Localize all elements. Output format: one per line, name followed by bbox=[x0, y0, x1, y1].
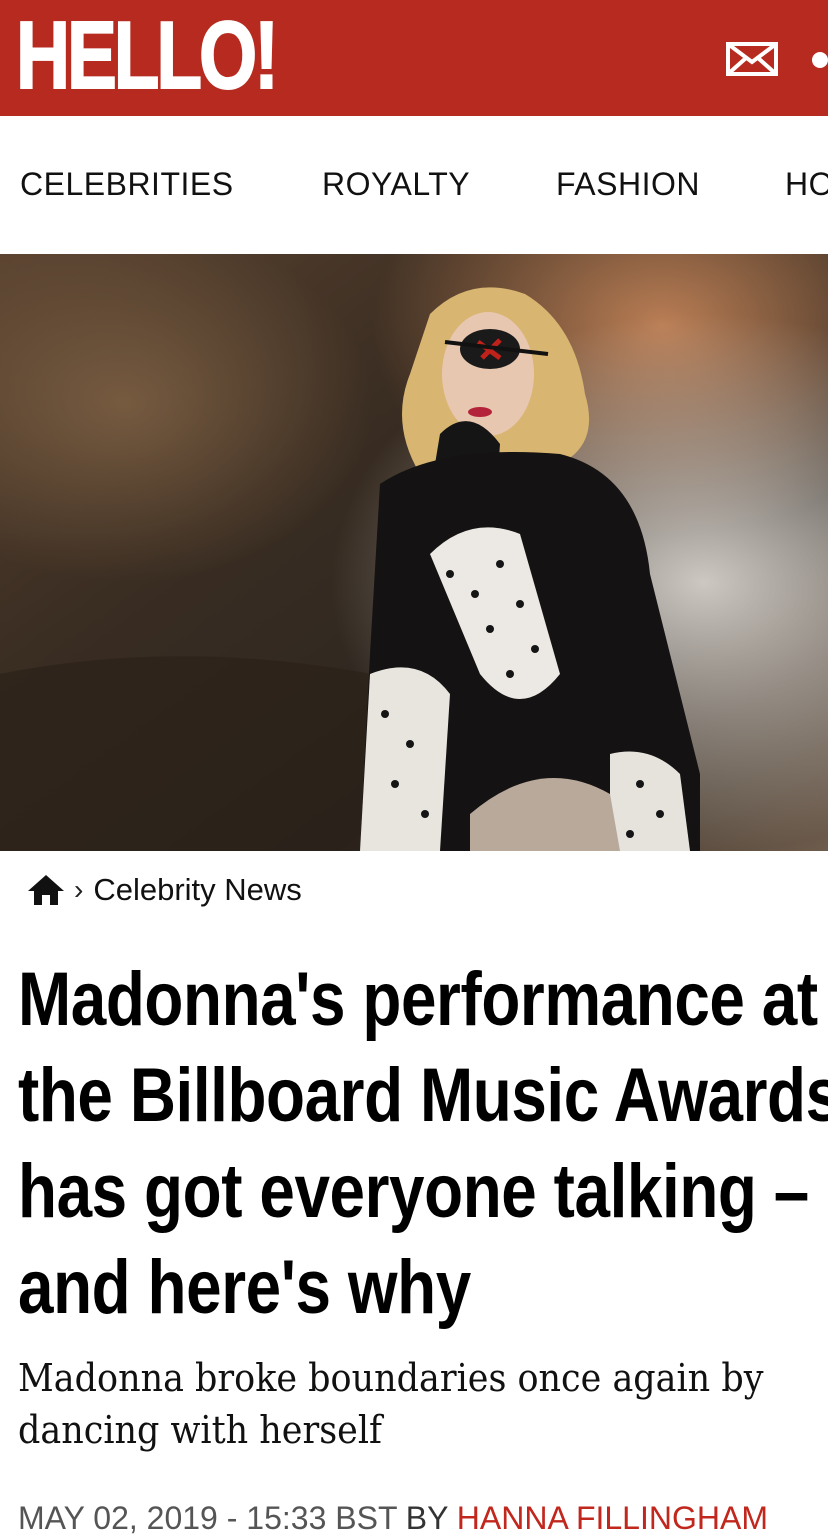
breadcrumb-separator: › bbox=[74, 874, 84, 905]
publish-date: MAY 02, 2019 - 15:33 BST bbox=[18, 1500, 397, 1536]
headline-container: Madonna's performance at the Billboard M… bbox=[0, 940, 828, 1340]
hello-logo[interactable]: HELLO! bbox=[15, 3, 280, 109]
byline-prefix: BY bbox=[405, 1500, 448, 1536]
hero-image[interactable] bbox=[0, 254, 828, 851]
nav-item-royalty[interactable]: ROYALTY bbox=[322, 164, 470, 204]
nav-item-home[interactable]: HO bbox=[785, 164, 828, 204]
article-meta: MAY 02, 2019 - 15:33 BST BY HANNA FILLIN… bbox=[0, 1498, 828, 1538]
article-standfirst: Madonna broke boundaries once again by d… bbox=[18, 1356, 764, 1452]
home-icon[interactable] bbox=[26, 873, 66, 907]
hero-photo bbox=[0, 254, 828, 851]
nav-item-celebrities[interactable]: CELEBRITIES bbox=[20, 164, 234, 204]
nav-item-fashion[interactable]: FASHION bbox=[556, 164, 700, 204]
article-headline: Madonna's performance at the Billboard M… bbox=[18, 957, 828, 1330]
standfirst-container: Madonna broke boundaries once again by d… bbox=[0, 1352, 828, 1464]
breadcrumb: › Celebrity News bbox=[26, 868, 302, 912]
envelope-icon[interactable] bbox=[726, 42, 778, 76]
breadcrumb-celebrity-news[interactable]: Celebrity News bbox=[93, 872, 301, 908]
menu-dot-icon[interactable] bbox=[812, 52, 828, 68]
section-nav: CELEBRITIES ROYALTY FASHION HO bbox=[0, 116, 828, 254]
site-header: HELLO! bbox=[0, 0, 828, 116]
author-link[interactable]: HANNA FILLINGHAM bbox=[457, 1500, 768, 1536]
